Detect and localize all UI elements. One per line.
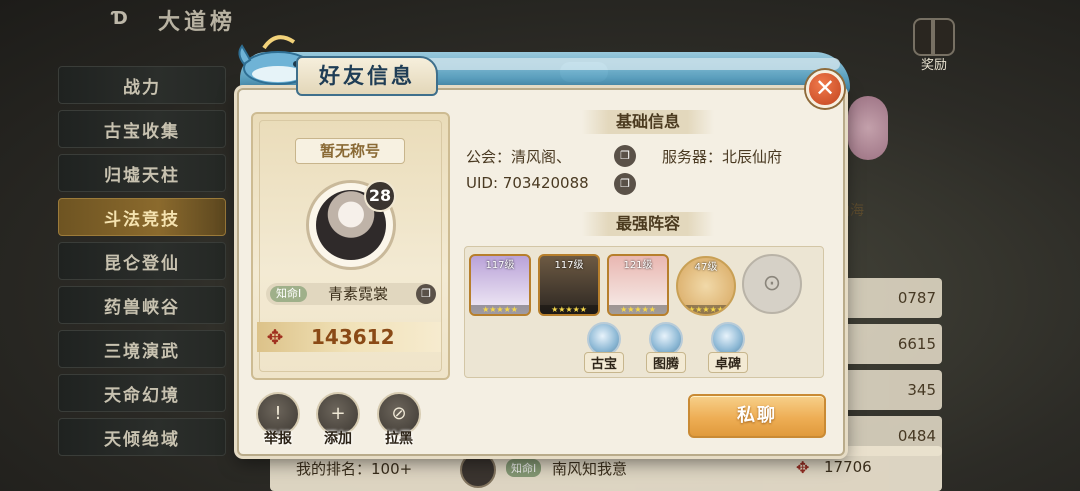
menu-item-tianqing[interactable]: 天倾绝域: [58, 418, 226, 456]
menu-item-guixu-pillar[interactable]: 归墟天柱: [58, 154, 226, 192]
report-label: 举报: [264, 431, 292, 447]
hero-slot-3[interactable]: 121级 ★★★★★: [607, 254, 669, 316]
block-button[interactable]: ⊘ 拉黑: [377, 392, 421, 448]
power-bar: ✥ 143612: [257, 322, 441, 352]
hero-slot-1[interactable]: 117级 ★★★★★: [469, 254, 531, 316]
stele-label: 卓碑: [708, 352, 748, 373]
reward-button[interactable]: 奖励: [904, 18, 964, 73]
player-name-row: 知命Ⅰ 青素霓裳 ❐: [266, 283, 436, 305]
totem-gem-icon: [649, 322, 683, 356]
hero-stars: ★★★★★: [471, 305, 529, 314]
relic-gem-icon: [587, 322, 621, 356]
gift-icon: [913, 18, 955, 56]
menu-item-power[interactable]: 战力: [58, 66, 226, 104]
stele-gem-icon: [711, 322, 745, 356]
private-chat-button[interactable]: 私聊: [688, 394, 826, 438]
dialog-title: 好友信息: [296, 56, 438, 96]
player-power-value: 143612: [311, 325, 395, 349]
relic-button[interactable]: 古宝: [584, 322, 624, 373]
menu-item-fate-illusion[interactable]: 天命幻境: [58, 374, 226, 412]
locked-slot-icon[interactable]: ⊙: [742, 254, 802, 314]
copy-uid-icon[interactable]: ❐: [614, 173, 636, 195]
copy-guild-icon[interactable]: ❐: [614, 145, 636, 167]
hero-level: 117级: [485, 260, 515, 271]
power-icon: ✥: [266, 325, 284, 349]
lineup-header: 最强阵容: [582, 212, 714, 236]
realm-tag: 知命Ⅰ: [270, 286, 308, 302]
block-label: 拉黑: [385, 431, 413, 447]
add-friend-button[interactable]: + 添加: [316, 392, 360, 448]
menu-item-relic-collection[interactable]: 古宝收集: [58, 110, 226, 148]
add-label: 添加: [324, 431, 352, 447]
my-avatar: [460, 452, 496, 488]
leaderboard-logo-icon: Ɗ: [112, 8, 128, 29]
my-power: 17706: [824, 458, 872, 476]
pet-slot[interactable]: 47级 ★★★★★: [676, 256, 736, 316]
close-button[interactable]: ✕: [806, 70, 844, 108]
player-level-badge: 28: [364, 180, 396, 212]
hero-level: 117级: [554, 260, 584, 271]
uid-label: UID: 703420088: [466, 174, 589, 192]
leaderboard-title: 大道榜: [158, 10, 237, 35]
relic-label: 古宝: [584, 352, 624, 373]
decorative-tree: [848, 96, 888, 160]
hero-slot-2[interactable]: 117级 ★★★★★: [538, 254, 600, 316]
menu-item-arena[interactable]: 斗法竞技: [58, 198, 226, 236]
server-label: 服务器：北辰仙府: [662, 148, 783, 166]
player-nickname: 青素霓裳: [328, 285, 389, 303]
hero-stars: ★★★★★: [609, 305, 667, 314]
guild-label: 公会：清风阁、: [466, 148, 572, 166]
my-name: 南风知我意: [552, 460, 628, 478]
player-title-badge: 暂无称号: [295, 138, 405, 164]
ranking-category-menu: 战力 古宝收集 归墟天柱 斗法竞技 昆仑登仙 药兽峡谷 三境演武 天命幻境 天倾…: [58, 66, 228, 462]
totem-button[interactable]: 图腾: [646, 322, 686, 373]
my-realm-tag: 知命I: [506, 459, 542, 477]
copy-name-icon[interactable]: ❐: [416, 284, 436, 304]
pet-level: 47级: [694, 262, 718, 273]
stele-button[interactable]: 卓碑: [708, 322, 748, 373]
menu-item-kunlun[interactable]: 昆仑登仙: [58, 242, 226, 280]
power-icon: ✥: [796, 458, 810, 477]
reward-label: 奖励: [920, 58, 947, 73]
menu-item-beast-valley[interactable]: 药兽峡谷: [58, 286, 226, 324]
hero-stars: ★★★★★: [540, 305, 598, 314]
pet-stars: ★★★★★: [678, 305, 734, 314]
totem-label: 图腾: [646, 352, 686, 373]
menu-item-three-realms[interactable]: 三境演武: [58, 330, 226, 368]
hero-level: 121级: [623, 260, 653, 271]
basic-info-header: 基础信息: [582, 110, 714, 134]
my-rank-label: 我的排名：100+: [296, 460, 413, 478]
report-button[interactable]: ! 举报: [256, 392, 300, 448]
